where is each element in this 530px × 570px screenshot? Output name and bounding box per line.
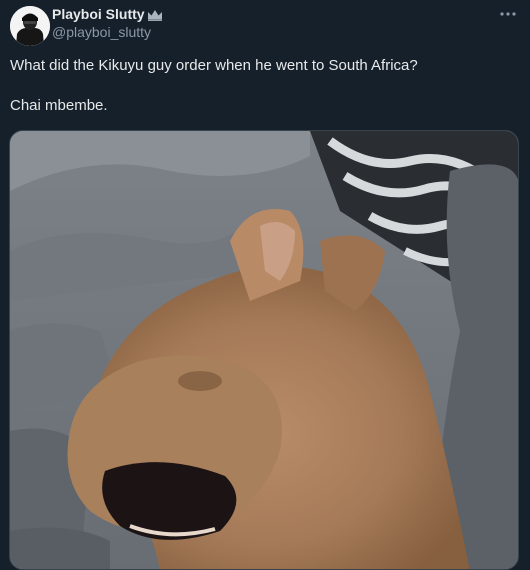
tweet-media[interactable] [9,130,519,570]
author-display-name[interactable]: Playboi Slutty [52,6,163,23]
avatar[interactable] [10,6,50,46]
tweet-text-line-2: Chai mbembe. [10,97,108,114]
author-names: Playboi Slutty @playboi_slutty [52,6,163,42]
tweet-header: Playboi Slutty @playboi_slutty [10,6,520,46]
tweet-text-line-1: What did the Kikuyu guy order when he we… [10,57,418,74]
crown-icon [147,9,162,21]
display-name-text: Playboi Slutty [52,6,145,22]
more-horizontal-icon [500,12,516,16]
more-options-button[interactable] [498,6,518,22]
tweet-text: What did the Kikuyu guy order when he we… [10,56,510,116]
avatar-photo [10,6,50,46]
author-handle[interactable]: @playboi_slutty [52,23,163,42]
dog-yawning-photo [10,131,518,569]
